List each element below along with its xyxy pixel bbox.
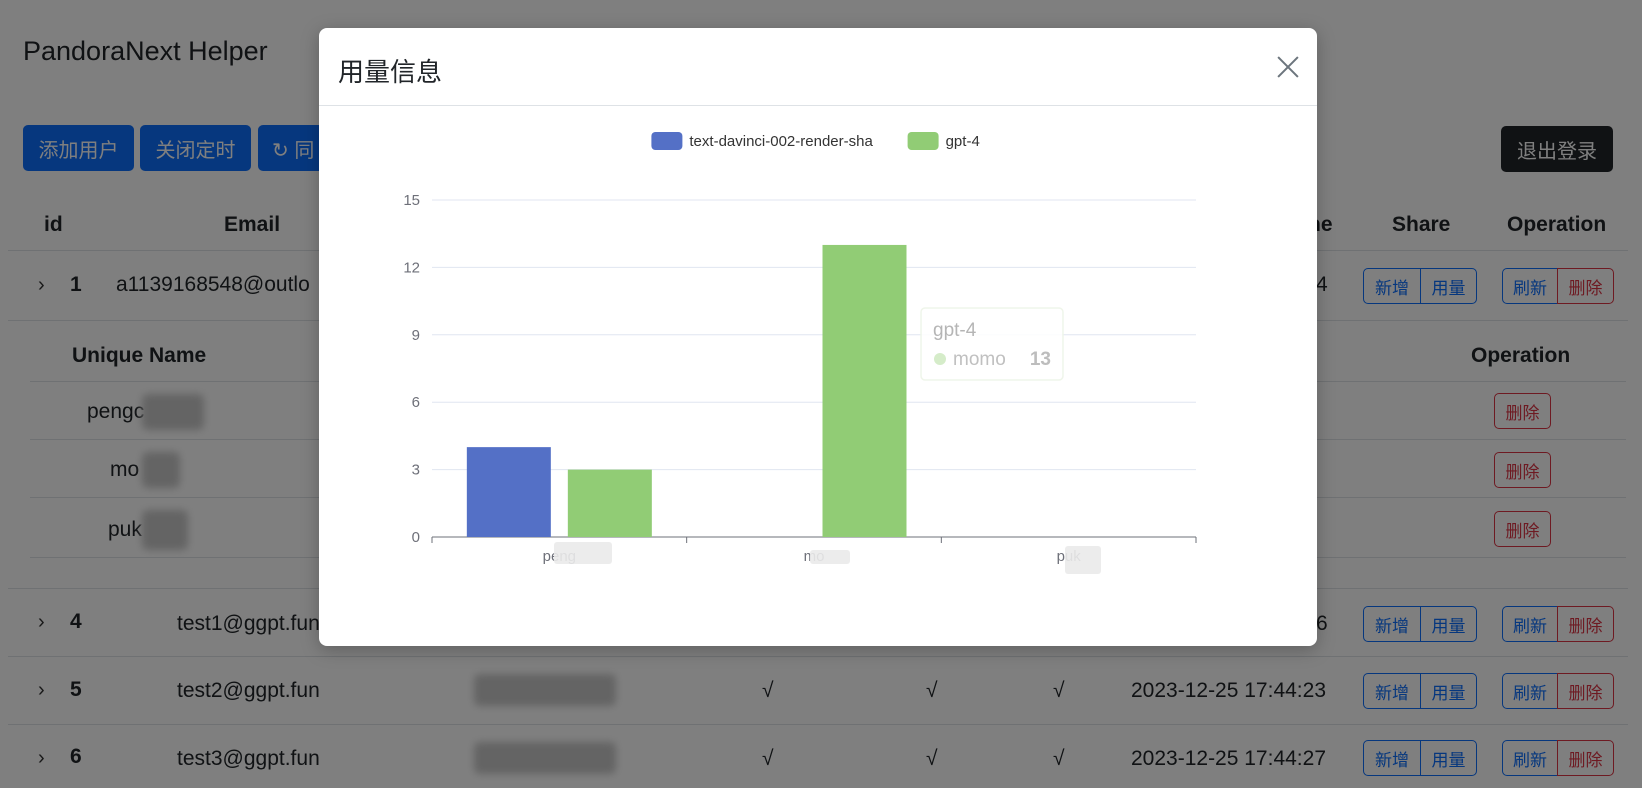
usage-bar-chart: 03691215pengmopuktext-davinci-002-render… (403, 132, 1197, 574)
tooltip-marker (934, 353, 946, 365)
redacted-blur (810, 550, 850, 564)
legend-label: text-davinci-002-render-sha (689, 133, 873, 150)
tooltip-series: gpt-4 (933, 320, 977, 341)
usage-modal: 用量信息 03691215pengmopuktext-davinci-002-r… (319, 28, 1317, 646)
legend-label: gpt-4 (946, 133, 980, 150)
bar-gpt-4-mo (822, 244, 907, 537)
redacted-blur (554, 542, 612, 564)
y-tick-label: 12 (403, 259, 420, 276)
y-tick-label: 6 (412, 394, 420, 411)
bar-gpt-4-peng (567, 469, 652, 537)
tooltip-value: 13 (1030, 349, 1051, 370)
legend-swatch (907, 132, 939, 150)
redacted-blur (1065, 546, 1101, 574)
legend-swatch (651, 132, 683, 150)
tooltip-label: momo (953, 349, 1006, 370)
y-tick-label: 15 (403, 192, 420, 209)
y-tick-label: 0 (412, 529, 420, 546)
bar-text-davinci-002-render-sha-peng (466, 447, 551, 537)
y-tick-label: 3 (412, 462, 420, 479)
y-tick-label: 9 (412, 327, 420, 344)
